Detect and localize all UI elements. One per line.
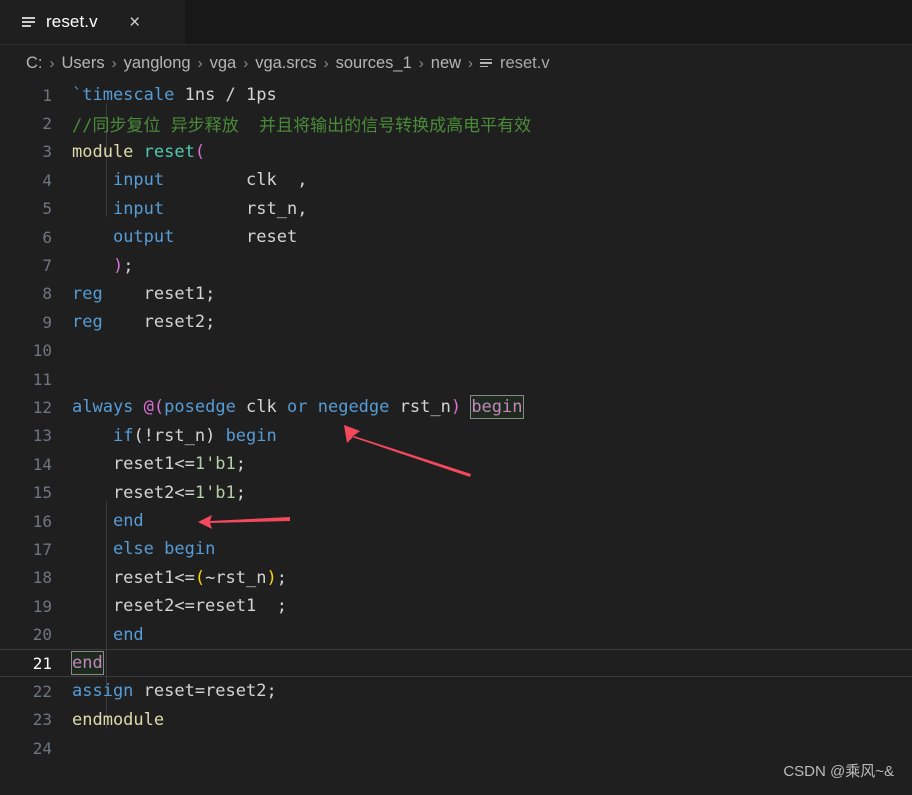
line-content[interactable]: reset1<=(~rst_n); xyxy=(72,568,912,588)
line-content[interactable]: assign reset=reset2; xyxy=(72,681,912,701)
line-number-active: 21 xyxy=(32,653,52,673)
line-number: 12 xyxy=(32,397,52,417)
line-content[interactable]: end xyxy=(72,625,912,645)
breadcrumb-item-vga-srcs[interactable]: vga.srcs xyxy=(255,54,316,73)
breadcrumb-file-label: reset.v xyxy=(500,53,550,72)
code-line[interactable]: 5 input rst_n, xyxy=(0,195,912,223)
line-content[interactable]: reset2<=1'b1; xyxy=(72,483,912,503)
breadcrumb-item-vga[interactable]: vga xyxy=(210,54,237,73)
line-number: 4 xyxy=(42,170,52,190)
breadcrumb-separator: › xyxy=(49,54,55,72)
line-content[interactable]: module reset( xyxy=(72,142,912,162)
code-line[interactable]: 2 //同步复位 异步释放 并且将输出的信号转换成高电平有效 xyxy=(0,109,912,137)
code-line[interactable]: 12 always @(posedge clk or negedge rst_n… xyxy=(0,393,912,421)
line-number: 15 xyxy=(32,483,52,503)
line-content[interactable]: reg reset1; xyxy=(72,284,912,304)
tab-reset-v[interactable]: reset.v × xyxy=(0,0,185,44)
watermark: CSDN @乘风~& xyxy=(783,763,894,780)
line-content[interactable]: ); xyxy=(72,256,912,276)
code-line[interactable]: 19 reset2<=reset1 ; xyxy=(0,592,912,620)
line-number: 9 xyxy=(42,312,52,332)
breadcrumb-separator: › xyxy=(243,54,249,72)
matched-word-begin[interactable]: begin xyxy=(470,395,524,420)
line-content[interactable]: input clk , xyxy=(72,170,912,190)
breadcrumb-separator: › xyxy=(197,54,203,72)
line-number: 7 xyxy=(42,256,52,276)
breadcrumb-separator: › xyxy=(418,54,424,72)
breadcrumb: C: › Users › yanglong › vga › vga.srcs ›… xyxy=(0,45,912,81)
code-line[interactable]: 13 if(!rst_n) begin xyxy=(0,422,912,450)
line-number: 2 xyxy=(42,114,52,134)
breadcrumb-item-new[interactable]: new xyxy=(431,54,461,73)
code-line[interactable]: 10 xyxy=(0,337,912,365)
code-line[interactable]: 14 reset1<=1'b1; xyxy=(0,450,912,478)
code-line[interactable]: 1 `timescale 1ns / 1ps xyxy=(0,81,912,109)
line-number: 13 xyxy=(32,426,52,446)
code-line[interactable]: 18 reset1<=(~rst_n); xyxy=(0,564,912,592)
breadcrumb-separator: › xyxy=(323,54,329,72)
line-number: 14 xyxy=(32,454,52,474)
line-content[interactable]: reset1<=1'b1; xyxy=(72,454,912,474)
code-line[interactable]: 3 module reset( xyxy=(0,138,912,166)
code-line[interactable]: 16 end xyxy=(0,507,912,535)
line-content[interactable]: reg reset2; xyxy=(72,312,912,332)
line-content[interactable]: else begin xyxy=(72,539,912,559)
matched-word-end[interactable]: end xyxy=(71,651,104,675)
code-line[interactable]: 7 ); xyxy=(0,251,912,279)
line-content[interactable]: output reset xyxy=(72,227,912,247)
code-line[interactable]: 8 reg reset1; xyxy=(0,280,912,308)
line-number: 8 xyxy=(42,284,52,304)
line-content[interactable]: endmodule xyxy=(72,710,912,730)
line-number: 22 xyxy=(32,681,52,701)
code-line[interactable]: 24 xyxy=(0,734,912,762)
line-number: 10 xyxy=(32,341,52,361)
code-line[interactable]: 4 input clk , xyxy=(0,166,912,194)
code-line[interactable]: 9 reg reset2; xyxy=(0,308,912,336)
line-content[interactable]: always @(posedge clk or negedge rst_n) b… xyxy=(72,395,912,420)
close-icon[interactable]: × xyxy=(123,10,147,34)
line-number: 5 xyxy=(42,199,52,219)
line-number: 16 xyxy=(32,511,52,531)
code-line[interactable]: 6 output reset xyxy=(0,223,912,251)
line-content-comment[interactable]: //同步复位 异步释放 并且将输出的信号转换成高电平有效 xyxy=(72,111,912,136)
line-number: 23 xyxy=(32,710,52,730)
line-number: 19 xyxy=(32,596,52,616)
line-content[interactable]: end xyxy=(72,511,912,531)
code-line[interactable]: 11 xyxy=(0,365,912,393)
line-number: 17 xyxy=(32,539,52,559)
line-number: 3 xyxy=(42,142,52,162)
code-line[interactable]: 22 assign reset=reset2; xyxy=(0,677,912,705)
line-number: 1 xyxy=(42,85,52,105)
breadcrumb-item-file[interactable]: reset.v xyxy=(480,54,550,73)
line-number: 11 xyxy=(32,369,52,389)
file-lines-icon xyxy=(22,15,37,30)
breadcrumb-separator: › xyxy=(111,54,117,72)
code-line-active[interactable]: 21 end xyxy=(0,648,912,678)
line-number: 18 xyxy=(32,568,52,588)
breadcrumb-item-users[interactable]: Users xyxy=(62,54,105,73)
tab-label: reset.v xyxy=(46,12,98,31)
line-number: 24 xyxy=(32,738,52,758)
line-content[interactable]: reset2<=reset1 ; xyxy=(72,596,912,616)
breadcrumb-item-yanglong[interactable]: yanglong xyxy=(124,54,191,73)
breadcrumb-item-sources-1[interactable]: sources_1 xyxy=(336,54,412,73)
code-line[interactable]: 15 reset2<=1'b1; xyxy=(0,478,912,506)
code-line[interactable]: 17 else begin xyxy=(0,535,912,563)
line-content[interactable]: end xyxy=(71,651,912,675)
line-number: 6 xyxy=(42,227,52,247)
tab-bar: reset.v × xyxy=(0,0,912,45)
breadcrumb-item-drive[interactable]: C: xyxy=(26,54,43,73)
line-content[interactable]: `timescale 1ns / 1ps xyxy=(72,85,912,105)
tab-bar-empty-space xyxy=(185,0,912,44)
code-line[interactable]: 23 endmodule xyxy=(0,706,912,734)
file-lines-icon xyxy=(480,57,493,70)
code-editor[interactable]: 1 `timescale 1ns / 1ps 2 //同步复位 异步释放 并且将… xyxy=(0,81,912,795)
line-content[interactable]: if(!rst_n) begin xyxy=(72,426,912,446)
line-number: 20 xyxy=(32,625,52,645)
line-content[interactable]: input rst_n, xyxy=(72,199,912,219)
breadcrumb-separator: › xyxy=(468,54,474,72)
code-line[interactable]: 20 end xyxy=(0,620,912,648)
